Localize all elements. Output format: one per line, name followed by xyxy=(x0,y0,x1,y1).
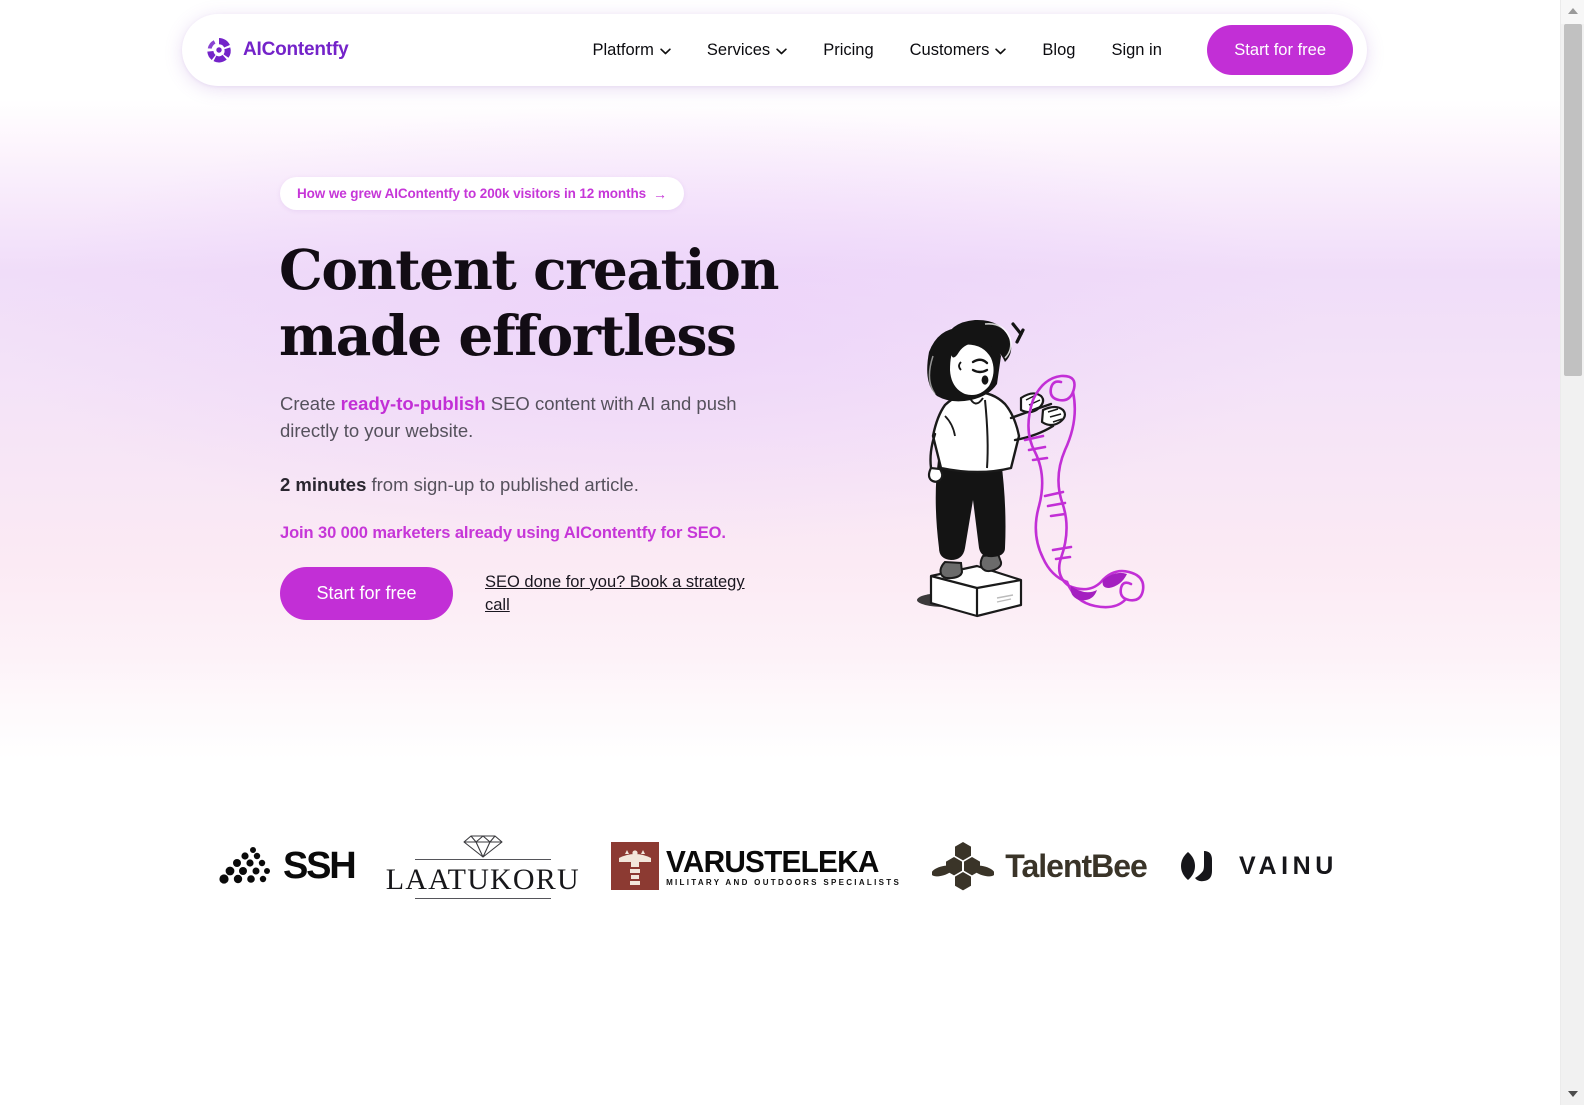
logo-talentbee: TalentBee xyxy=(932,840,1148,892)
announcement-badge-label: How we grew AIContentfy to 200k visitors… xyxy=(297,186,647,201)
brand-name: AIContentfy xyxy=(243,39,349,60)
chevron-down-icon xyxy=(995,47,1007,54)
logo-vainu: VAINU xyxy=(1178,846,1338,886)
main-navigation: Platform Services Pricing Customers Blog… xyxy=(574,33,1179,68)
nav-label-blog: Blog xyxy=(1042,40,1076,59)
hero-start-for-free-button[interactable]: Start for free xyxy=(280,567,453,620)
nav-item-sign-in[interactable]: Sign in xyxy=(1093,33,1179,68)
sub-rest: from sign-up to published article. xyxy=(366,474,639,495)
announcement-badge[interactable]: How we grew AIContentfy to 200k visitors… xyxy=(280,177,684,210)
aicontentfy-circle-logo-icon xyxy=(207,38,231,63)
sub-bold: 2 minutes xyxy=(280,474,367,495)
hero-sub-text: 2 minutes from sign-up to published arti… xyxy=(280,471,750,498)
page-root: AIContentfy Platform Services Pricing Cu… xyxy=(0,0,1560,1105)
laatukoru-top-rule xyxy=(414,859,551,860)
nav-item-customers[interactable]: Customers xyxy=(892,33,1025,68)
vainu-mark-icon xyxy=(1181,851,1213,882)
nav-item-blog[interactable]: Blog xyxy=(1024,33,1093,68)
logo-varusteleka-label: VARUSTELEKA xyxy=(666,843,879,879)
logo-ssh-label: SSH xyxy=(283,844,357,887)
nav-label-pricing: Pricing xyxy=(823,40,874,59)
page-scrollbar[interactable] xyxy=(1560,0,1584,1105)
customer-logos-section: SSH LAATUKORU VARUSTELEKA MILITARY AND O… xyxy=(0,760,1560,990)
logo-laatukoru: LAATUKORU xyxy=(386,833,580,899)
ssh-dot-matrix-icon xyxy=(219,847,270,884)
brand-logo[interactable]: AIContentfy xyxy=(204,35,349,65)
page-title: Content creation made effortless xyxy=(279,237,779,368)
nav-item-services[interactable]: Services xyxy=(689,33,805,68)
logo-vainu-label: VAINU xyxy=(1239,851,1338,880)
header-start-for-free-button[interactable]: Start for free xyxy=(1207,25,1353,75)
lead-before: Create xyxy=(280,393,341,414)
logo-ssh: SSH xyxy=(218,844,357,888)
nav-item-pricing[interactable]: Pricing xyxy=(805,33,891,68)
hero-section: How we grew AIContentfy to 200k visitors… xyxy=(0,100,1560,760)
social-proof-line: Join 30 000 marketers already using AICo… xyxy=(280,524,726,542)
nav-label-sign-in: Sign in xyxy=(1111,40,1162,59)
scrollbar-thumb[interactable] xyxy=(1564,24,1582,376)
woman-holding-long-scroll-illustration xyxy=(917,319,1145,618)
arrow-right-icon: → xyxy=(653,185,667,202)
chevron-down-icon xyxy=(776,47,787,54)
laatukoru-bottom-rule xyxy=(414,898,551,899)
chevron-down-icon xyxy=(660,47,671,54)
logo-varusteleka-tagline: MILITARY AND OUTDOORS SPECIALISTS xyxy=(666,877,902,887)
hero-lead-text: Create ready-to-publish SEO content with… xyxy=(280,390,750,444)
nav-label-services: Services xyxy=(706,40,771,59)
nav-label-customers: Customers xyxy=(909,40,990,59)
logo-talentbee-label: TalentBee xyxy=(1005,847,1148,884)
logo-varusteleka: VARUSTELEKA MILITARY AND OUTDOORS SPECIA… xyxy=(611,842,901,890)
site-header: AIContentfy Platform Services Pricing Cu… xyxy=(182,14,1367,86)
varusteleka-emblem-icon xyxy=(611,842,660,890)
lead-highlight: ready-to-publish xyxy=(340,393,486,414)
honeycomb-bee-icon xyxy=(932,842,995,891)
nav-label-platform: Platform xyxy=(592,40,654,59)
nav-item-platform[interactable]: Platform xyxy=(574,33,688,68)
scrollbar-down-arrow[interactable] xyxy=(1561,1083,1584,1105)
scrollbar-up-arrow[interactable] xyxy=(1561,0,1584,22)
logo-laatukoru-label: LAATUKORU xyxy=(385,863,580,896)
diamond-icon xyxy=(463,835,503,858)
book-strategy-call-link[interactable]: SEO done for you? Book a strategy call xyxy=(485,571,755,617)
